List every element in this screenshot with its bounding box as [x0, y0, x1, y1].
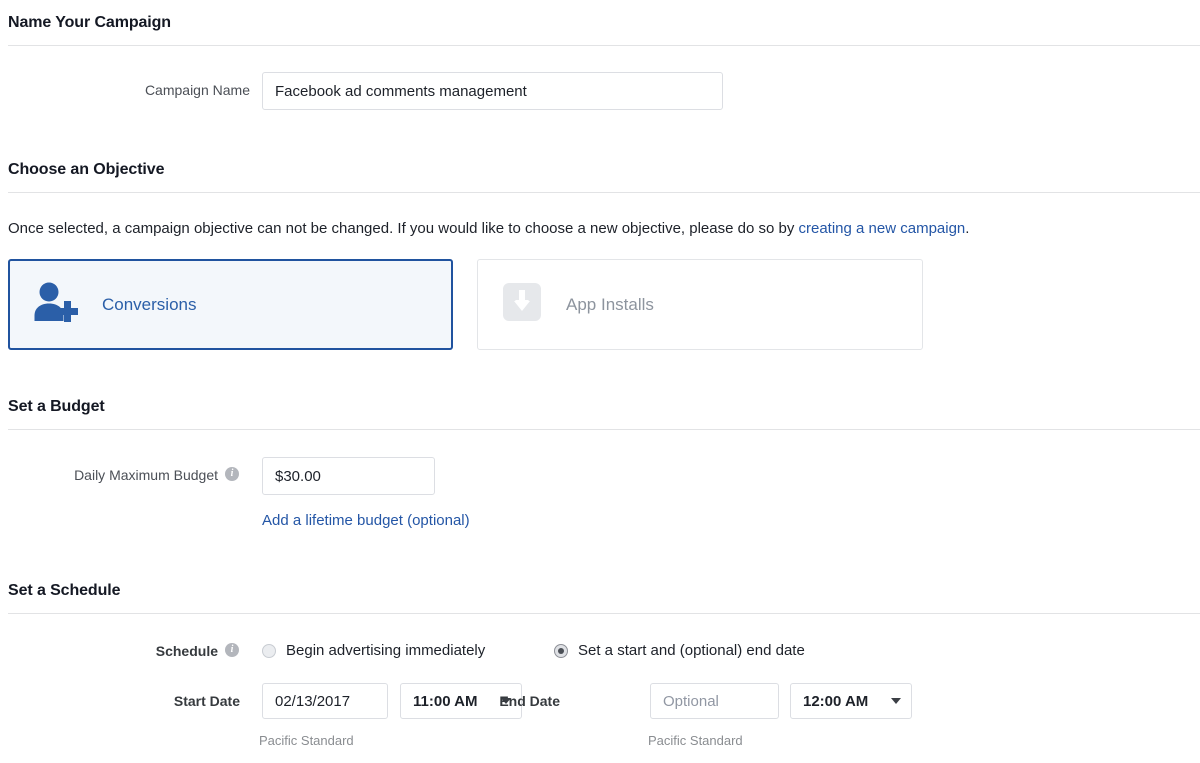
create-new-campaign-link[interactable]: creating a new campaign: [799, 220, 966, 237]
objective-description: Once selected, a campaign objective can …: [8, 220, 969, 237]
end-time-select[interactable]: 12:00 AM: [790, 683, 912, 719]
campaign-name-input[interactable]: [262, 72, 723, 110]
schedule-info-icon[interactable]: i: [225, 643, 239, 657]
objective-card-conversions-label: Conversions: [102, 294, 197, 314]
daily-budget-info-icon[interactable]: i: [225, 467, 239, 481]
objective-card-app-installs[interactable]: App Installs: [477, 259, 923, 350]
daily-budget-label: Daily Maximum Budget: [74, 467, 218, 483]
radio-start-end-date[interactable]: Set a start and (optional) end date: [554, 642, 805, 659]
radio-start-end-date-dot[interactable]: [554, 643, 568, 658]
app-download-icon: [500, 280, 544, 329]
campaign-setup-form: Name Your Campaign Campaign Name Choose …: [0, 0, 1200, 763]
schedule-label: Schedule: [155, 643, 218, 659]
add-lifetime-budget-link[interactable]: Add a lifetime budget (optional): [262, 512, 470, 529]
radio-begin-immediately-dot[interactable]: [262, 643, 276, 658]
divider-name-section: [8, 45, 1200, 46]
divider-budget-section: [8, 429, 1200, 430]
start-date-timezone: Pacific Standard: [259, 733, 354, 748]
end-date-label: End Date: [499, 693, 560, 709]
objective-card-conversions[interactable]: Conversions: [8, 259, 453, 350]
chevron-down-icon: [891, 698, 901, 704]
divider-objective-section: [8, 192, 1200, 193]
radio-begin-immediately-label: Begin advertising immediately: [286, 642, 486, 659]
objective-card-app-installs-label: App Installs: [566, 294, 654, 314]
section-heading-set-a-schedule: Set a Schedule: [8, 582, 121, 599]
objective-description-text-before: Once selected, a campaign objective can …: [8, 220, 799, 237]
end-time-value: 12:00 AM: [803, 692, 869, 710]
section-heading-choose-an-objective: Choose an Objective: [8, 161, 165, 178]
campaign-name-label: Campaign Name: [144, 82, 250, 98]
section-heading-set-a-budget: Set a Budget: [8, 398, 105, 415]
daily-budget-input[interactable]: [262, 457, 435, 495]
section-heading-name-your-campaign: Name Your Campaign: [8, 14, 171, 31]
divider-schedule-section: [8, 613, 1200, 614]
radio-begin-immediately[interactable]: Begin advertising immediately: [262, 642, 485, 659]
start-date-input[interactable]: [262, 683, 388, 719]
person-plus-icon: [32, 281, 80, 328]
end-date-timezone: Pacific Standard: [648, 733, 743, 748]
start-date-label: Start Date: [173, 693, 240, 709]
end-date-input[interactable]: [650, 683, 779, 719]
objective-description-text-after: .: [965, 220, 970, 237]
radio-start-end-date-label: Set a start and (optional) end date: [578, 642, 805, 659]
